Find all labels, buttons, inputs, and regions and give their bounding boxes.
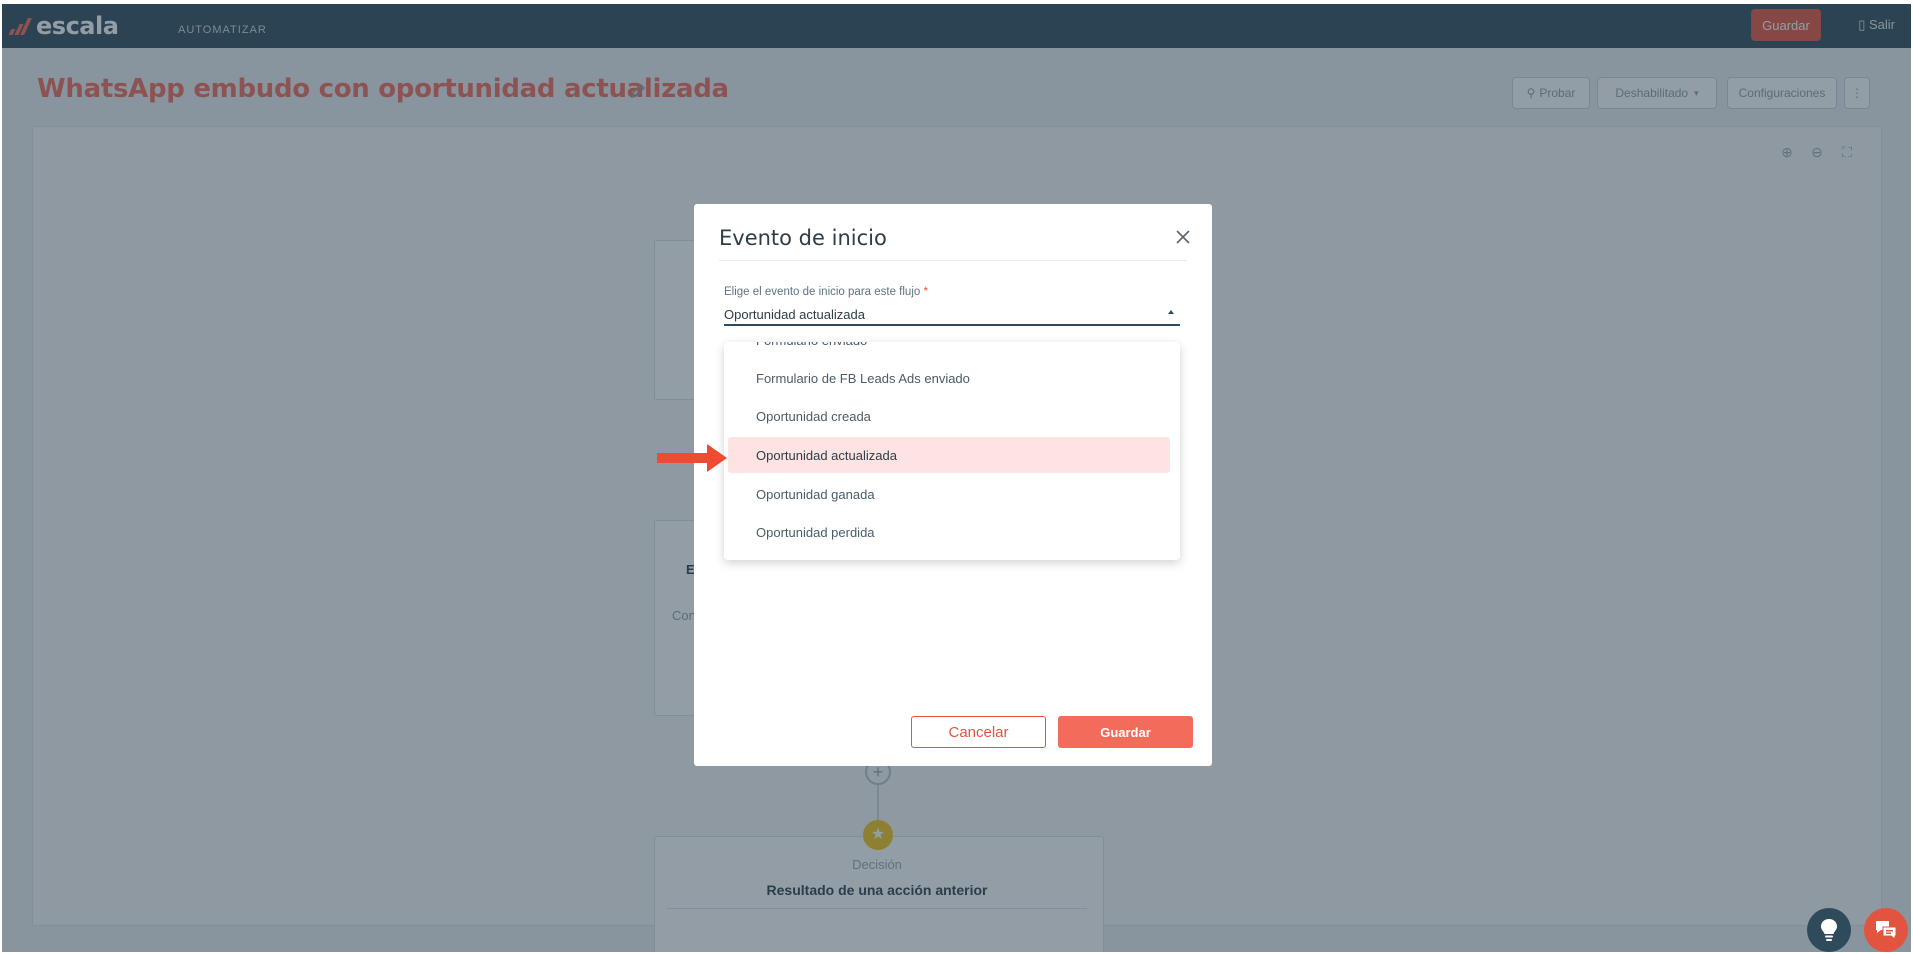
field-label-text: Elige el evento de inicio para este fluj… xyxy=(724,286,921,298)
chat-icon xyxy=(1876,921,1897,940)
divider xyxy=(719,260,1187,261)
option-oportunidad-ganada[interactable]: Oportunidad ganada xyxy=(728,476,1170,512)
option-oportunidad-perdida[interactable]: Oportunidad perdida xyxy=(728,514,1170,550)
required-mark: * xyxy=(923,286,928,298)
option-oportunidad-creada[interactable]: Oportunidad creada xyxy=(728,398,1170,434)
app-window: escala AUTOMATIZAR Guardar ▯ Salir Whats… xyxy=(2,4,1911,952)
start-event-select[interactable]: Oportunidad actualizada xyxy=(724,304,1180,326)
select-value: Oportunidad actualizada xyxy=(724,307,865,322)
options-dropdown: Formulario enviado Formulario de FB Lead… xyxy=(724,342,1180,560)
cancel-button[interactable]: Cancelar xyxy=(911,716,1046,748)
close-icon[interactable] xyxy=(1174,228,1192,246)
field-label: Elige el evento de inicio para este fluj… xyxy=(724,286,928,298)
start-event-modal: Evento de inicio Elige el evento de inic… xyxy=(694,204,1212,766)
lightbulb-icon xyxy=(1821,919,1837,941)
option-fb-leads-ads[interactable]: Formulario de FB Leads Ads enviado xyxy=(728,360,1170,396)
modal-title: Evento de inicio xyxy=(719,226,887,250)
caret-up-icon xyxy=(1168,310,1174,314)
chat-button[interactable] xyxy=(1864,908,1908,952)
pointer-arrow-icon xyxy=(657,444,727,472)
option-formulario-enviado[interactable]: Formulario enviado xyxy=(728,342,1170,358)
save-button[interactable]: Guardar xyxy=(1058,716,1193,748)
tips-button[interactable] xyxy=(1807,908,1851,952)
option-oportunidad-actualizada[interactable]: Oportunidad actualizada xyxy=(728,437,1170,473)
